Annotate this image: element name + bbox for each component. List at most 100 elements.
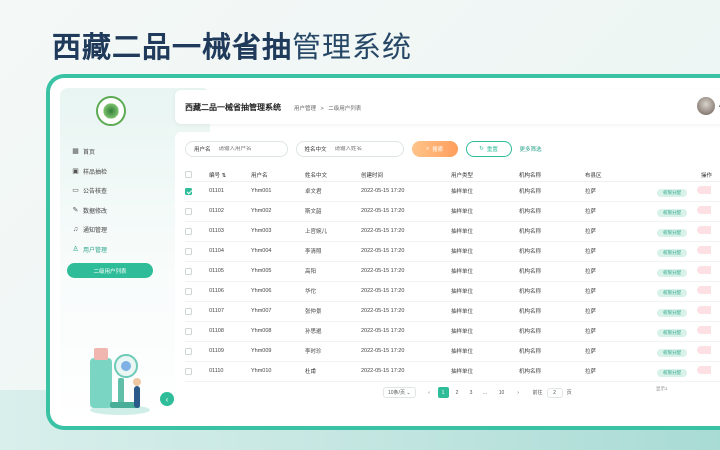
assign-permission-button[interactable]: 权限分配 [657,248,687,257]
row-checkbox[interactable] [185,327,192,335]
row-checkbox[interactable] [185,267,192,275]
table-body: 01101 Yhm001 卓文君 2022-05-15 17:20 抽样单位 机构名称 拉萨… [185,181,720,382]
breadcrumb-separator: > [320,106,324,112]
assign-permission-button[interactable]: 权限分配 [657,208,687,217]
table-row[interactable]: 01107 Yhm007 张仲景 2022-05-15 17:20 抽样单位 机构名称 拉萨… [185,301,720,322]
table-row[interactable]: 01108 Yhm008 孙思邈 2022-05-15 17:20 抽样单位 机构名称 拉萨… [185,321,720,342]
page-button-1[interactable]: 1 [437,387,449,398]
col-id[interactable]: 编号 ⇅ [209,169,251,182]
assign-permission-button[interactable]: 权限分配 [657,368,687,377]
goto-page-input[interactable]: 2 [546,387,563,398]
assign-permission-button[interactable]: 权限分配 [657,308,687,317]
col-org: 机构名称 [519,169,585,182]
table-row[interactable]: 01101 Yhm001 卓文君 2022-05-15 17:20 抽样单位 机构名称 拉萨… [185,181,720,202]
cell-id: 01106 [209,281,251,302]
reset-button[interactable]: ↻ 重置 [465,141,512,157]
cell-id: 01104 [209,241,251,262]
username-label: 用户名 [194,147,211,153]
cell-user-type: 抽样单位 [451,261,519,282]
col-fullname: 姓名中文 [305,169,361,182]
cell-actions: 权限分配 [653,181,720,202]
page-button-10[interactable]: 10 [494,387,510,398]
row-checkbox[interactable] [185,227,192,235]
table-row[interactable]: 01105 Yhm005 高阳 2022-05-15 17:20 抽样单位 机构名称 拉萨权… [185,261,720,282]
table-row[interactable]: 01102 Yhm002 斯文韶 2022-05-15 17:20 抽样单位 机构名称 拉萨… [185,201,720,222]
cell-area: 拉萨 [585,241,653,262]
assign-permission-button[interactable]: 权限分配 [657,188,687,197]
cell-org: 机构名称 [519,301,585,322]
breadcrumb-user-management[interactable]: 用户管理 [294,106,316,112]
cell-org: 机构名称 [519,241,585,262]
secondary-action-button[interactable] [697,185,711,194]
row-select-cell [185,321,209,342]
cell-id: 01101 [209,181,251,202]
cell-actions: 权限分配 [653,201,720,222]
page-ellipsis[interactable]: … [480,387,491,398]
prev-page-button[interactable]: ‹ [424,387,435,398]
fullname-input[interactable] [334,146,395,152]
refresh-icon: ↻ [479,146,484,152]
row-checkbox[interactable] [185,207,192,215]
sort-icon: ⇅ [221,172,227,179]
assign-permission-button[interactable]: 权限分配 [657,228,687,237]
table-row[interactable]: 01103 Yhm003 上官婉儿 2022-05-15 17:20 抽样单位 机构名称拉… [185,221,720,242]
cell-username: Yhm001 [251,181,305,202]
cell-user-type: 抽样单位 [451,221,519,242]
cell-org: 机构名称 [519,221,585,242]
table-row[interactable]: 01110 Yhm010 杜甫 2022-05-15 17:20 抽样单位 机构名称 拉萨权… [185,361,720,382]
microscope-illustration [90,348,150,415]
cell-actions: 权限分配 [653,241,720,262]
secondary-action-button[interactable] [697,205,711,214]
cell-created: 2022-05-15 17:20 [361,181,451,202]
cell-created: 2022-05-15 17:20 [361,241,451,262]
avatar[interactable] [697,97,715,115]
app-frame: ▦ 首页 ▣ 样品抽检 ‹ ▭ 公告核查 ‹ ✎ 数据修改 ‹ ♫ 通知管理 ‹ [46,74,720,430]
table-row[interactable]: 01109 Yhm009 李时珍 2022-05-15 17:20 抽样单位 机构名称 拉萨… [185,341,720,362]
page-size-select[interactable]: 10条/页 ⌄ [383,387,416,398]
logo-emblem [102,102,120,120]
row-checkbox[interactable] [185,367,192,375]
cell-area: 拉萨 [585,361,653,382]
table-row[interactable]: 01106 Yhm006 华佗 2022-05-15 17:20 抽样单位 机构名称 拉萨权… [185,281,720,302]
system-name: 西藏二品一械省抽管理系统 [185,103,281,112]
row-checkbox[interactable] [185,287,192,295]
page-button-3[interactable]: 3 [466,387,477,398]
secondary-action-button[interactable] [697,245,711,254]
secondary-action-button[interactable] [697,325,711,334]
row-checkbox[interactable] [185,187,192,195]
row-checkbox[interactable] [185,247,192,255]
cell-area: 拉萨 [585,321,653,342]
row-select-cell [185,201,209,222]
sidebar-item-label: 通知管理 [83,228,108,235]
secondary-action-button[interactable] [697,365,711,374]
cell-created: 2022-05-15 17:20 [361,281,451,302]
col-area: 布县区 [585,169,653,182]
select-all-checkbox[interactable] [185,171,192,179]
more-filters-link[interactable]: 更多筛选 [520,145,542,153]
row-checkbox[interactable] [185,307,192,315]
secondary-action-button[interactable] [697,265,711,274]
row-checkbox[interactable] [185,347,192,355]
secondary-action-button[interactable] [697,305,711,314]
table-row[interactable]: 01104 Yhm004 李清照 2022-05-15 17:20 抽样单位 机构名称 拉萨… [185,241,720,262]
search-button[interactable]: ⌕ 搜索 [411,141,458,157]
assign-permission-button[interactable]: 权限分配 [657,288,687,297]
collapse-sidebar-button[interactable]: ‹ [160,392,174,406]
secondary-action-button[interactable] [697,345,711,354]
next-page-button[interactable]: › [513,387,524,398]
assign-permission-button[interactable]: 权限分配 [657,328,687,337]
cell-actions: 权限分配 [653,341,720,362]
secondary-action-button[interactable] [697,285,711,294]
sidebar-subitem-level2-users[interactable]: 二级用户列表 [67,263,153,278]
sidebar-item-label: 数据修改 [83,208,108,215]
user-table: 编号 ⇅ 用户名 姓名中文 创建时间 用户类型 机构名称 布县区 操作 0110… [185,169,720,382]
cell-id: 01103 [209,221,251,242]
top-header: 西藏二品一械省抽管理系统 用户管理 > 二级用户列表 A [175,90,720,124]
page-button-2[interactable]: 2 [452,387,463,398]
secondary-action-button[interactable] [697,225,711,234]
col-actions: 操作 [653,169,720,182]
assign-permission-button[interactable]: 权限分配 [657,348,687,357]
assign-permission-button[interactable]: 权限分配 [657,268,687,277]
cell-actions: 权限分配 [653,281,720,302]
username-input[interactable] [218,146,279,152]
